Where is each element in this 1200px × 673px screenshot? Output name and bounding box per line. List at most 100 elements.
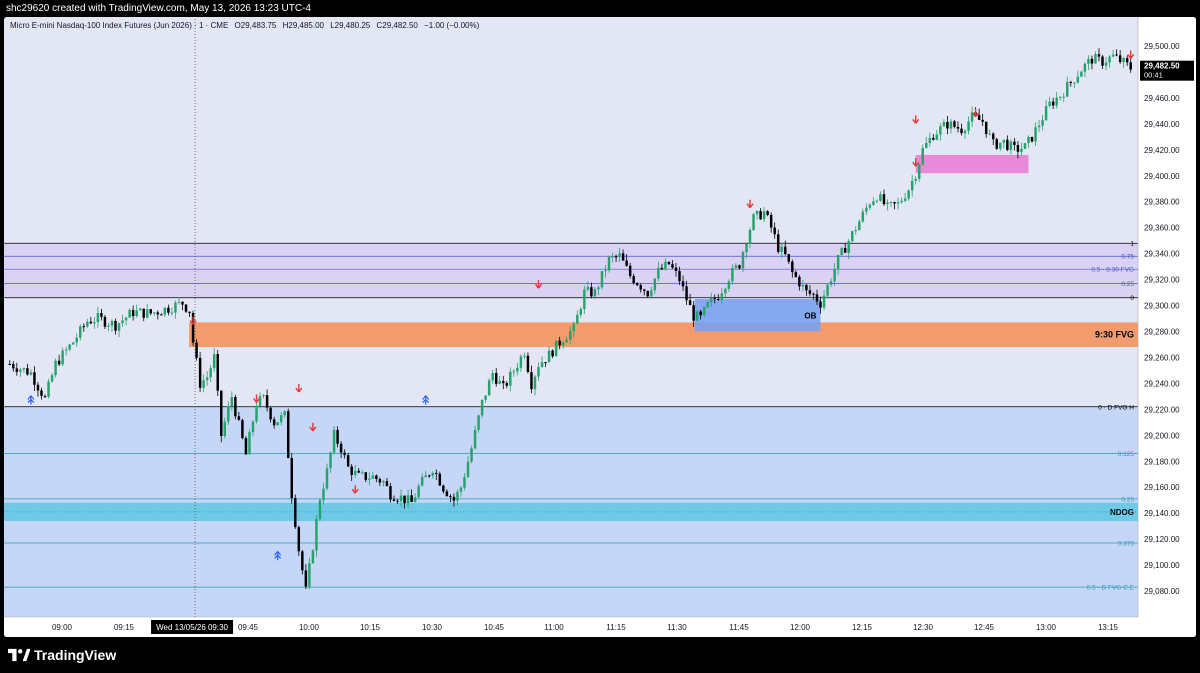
- candle-body: [346, 455, 350, 467]
- candle-body: [160, 314, 163, 316]
- candle-body: [251, 421, 255, 433]
- candle-body: [1080, 71, 1083, 77]
- time-tick-label: 13:00: [1036, 623, 1057, 632]
- price-tick-label: 29,380.00: [1144, 198, 1180, 207]
- price-tick-label: 29,320.00: [1144, 276, 1180, 285]
- chart-frame[interactable]: 9:30 FVG OB NDOG 1 0.75 0.5 · 8:30 FVG 0.25 0 0 …: [4, 17, 1196, 637]
- candle-body: [57, 360, 61, 365]
- candle-body: [248, 432, 251, 455]
- candle-body: [618, 253, 621, 257]
- candle-body: [290, 458, 293, 499]
- candle-body: [699, 311, 702, 316]
- time-tick-label: 10:30: [422, 623, 443, 632]
- candle-body: [371, 475, 375, 479]
- candle-body: [579, 308, 583, 315]
- candle-body: [706, 302, 709, 308]
- candle-body: [685, 286, 688, 301]
- candle-body: [480, 399, 484, 416]
- candle-body: [223, 421, 227, 437]
- candle-body: [734, 265, 738, 268]
- legend-low: L29,480.25: [330, 21, 371, 30]
- candle-body: [322, 488, 325, 501]
- candle-body: [142, 308, 145, 318]
- candle-body: [128, 309, 131, 318]
- candle-body: [946, 122, 949, 129]
- candle-body: [625, 260, 628, 266]
- candle-body: [942, 122, 946, 127]
- candle-body: [110, 320, 114, 326]
- candle-body: [1087, 58, 1090, 64]
- candle-body: [198, 357, 202, 388]
- candle-body: [953, 121, 956, 127]
- price-tick-label: 29,360.00: [1144, 224, 1180, 233]
- tradingview-logo[interactable]: TradingView: [8, 647, 116, 663]
- candle-body: [12, 364, 15, 369]
- candle-body: [93, 322, 96, 324]
- candle-body: [512, 371, 516, 373]
- candle-body: [40, 390, 43, 397]
- candle-body: [748, 229, 752, 244]
- symbol-legend: Micro E-mini Nasdaq-100 Index Futures (J…: [10, 21, 483, 30]
- candle-body: [576, 314, 579, 324]
- candle-body: [674, 267, 678, 272]
- candle-body: [146, 309, 149, 318]
- candle-body: [494, 373, 498, 384]
- candle-body: [713, 298, 716, 300]
- candle-body: [15, 368, 19, 372]
- candle-body: [604, 270, 607, 272]
- candle-body: [117, 323, 121, 331]
- price-tick-label: 29,300.00: [1144, 302, 1180, 311]
- candle-body: [350, 466, 353, 475]
- candle-body: [910, 180, 914, 191]
- candle-body: [184, 304, 188, 312]
- candle-body: [1076, 76, 1080, 83]
- candle-body: [1016, 145, 1020, 152]
- fib-level-label: 0: [1130, 295, 1134, 302]
- time-tick-label: 10:45: [484, 623, 505, 632]
- candle-body: [565, 339, 568, 343]
- candle-body: [572, 323, 575, 332]
- time-tick-label: 13:15: [1098, 623, 1119, 632]
- candle-body: [861, 211, 865, 222]
- candle-body: [428, 475, 431, 477]
- candle-body: [600, 271, 604, 288]
- candle-body: [787, 254, 791, 262]
- candle-body: [1111, 54, 1115, 57]
- candle-body: [279, 415, 283, 423]
- candle-body: [332, 429, 336, 453]
- candle-body: [769, 214, 773, 228]
- candle-body: [396, 500, 399, 502]
- candle-body: [882, 194, 886, 205]
- zone-orange-fvg: [189, 322, 1138, 348]
- fib-level-label: 1: [1130, 241, 1134, 248]
- candle-body: [561, 342, 565, 346]
- price-tick-label: 29,080.00: [1144, 587, 1180, 596]
- candle-body: [209, 368, 212, 378]
- candle-body: [805, 284, 808, 291]
- candle-body: [181, 301, 184, 305]
- candle-body: [135, 310, 138, 317]
- candle-body: [26, 368, 29, 375]
- candle-body: [836, 255, 840, 270]
- candle-body: [925, 142, 928, 148]
- candle-body: [833, 269, 836, 282]
- candle-body: [1027, 136, 1030, 144]
- candle-body: [1023, 143, 1027, 149]
- candle-body: [784, 246, 787, 255]
- candle-body: [100, 313, 103, 317]
- candle-body: [124, 317, 128, 321]
- candle-body: [847, 240, 850, 253]
- price-chart[interactable]: 9:30 FVG OB NDOG 1 0.75 0.5 · 8:30 FVG 0.25 0 0 …: [4, 17, 1196, 637]
- candle-body: [671, 264, 674, 268]
- price-tick-label: 29,280.00: [1144, 327, 1180, 336]
- candle-body: [502, 381, 505, 384]
- candle-body: [766, 211, 769, 215]
- candle-body: [89, 321, 93, 324]
- candle-body: [149, 309, 152, 314]
- candle-body: [272, 419, 276, 426]
- time-tick-label: 09:15: [114, 623, 135, 632]
- candle-body: [607, 257, 611, 271]
- candle-body: [230, 397, 234, 407]
- candle-body: [1041, 120, 1044, 126]
- candle-body: [981, 119, 984, 122]
